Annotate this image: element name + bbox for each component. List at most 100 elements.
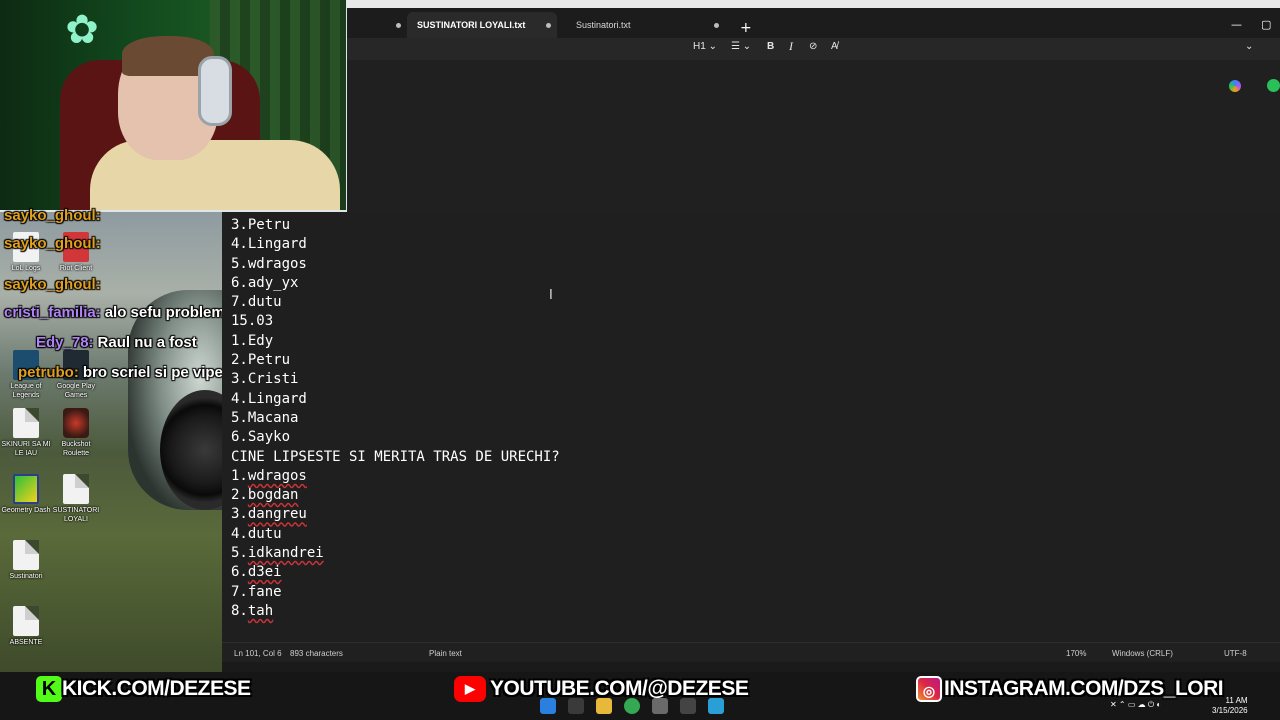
clear-format-icon[interactable]: A̸: [831, 41, 838, 52]
line-ending[interactable]: Windows (CRLF): [1112, 649, 1173, 658]
taskbar-icons: [540, 698, 724, 714]
editor-line: CINE LIPSESTE SI MERITA TRAS DE URECHI?: [231, 448, 560, 465]
settings-icon[interactable]: [652, 698, 668, 714]
editor-line: 5.Macana: [231, 409, 299, 426]
editor-line: 6.Sayko: [231, 429, 291, 446]
editor-line: 7.fane: [231, 583, 282, 600]
tab-sustinatori-loyali[interactable]: SUSTINATORI LOYALI.txt: [407, 12, 557, 38]
system-tray-icons[interactable]: ✕ ⌃ ▭ ☁ ⏻ ◐: [1110, 700, 1161, 710]
minimize-icon[interactable]: —: [1231, 18, 1242, 31]
list-dropdown-icon[interactable]: ☰ ⌄: [731, 41, 751, 52]
notepad-icon[interactable]: [708, 698, 724, 714]
desktop-icon-buckshot[interactable]: Buckshot Roulette: [50, 408, 102, 458]
heading-dropdown[interactable]: H1 ⌄: [693, 41, 717, 52]
maximize-icon[interactable]: ▢: [1261, 18, 1271, 31]
misspelled-word[interactable]: dangreu: [248, 506, 307, 522]
text-cursor-icon: Ι: [549, 288, 553, 303]
search-icon[interactable]: [568, 698, 584, 714]
game-icon: [63, 408, 89, 438]
tab-label: SUSTINATORI LOYALI.txt: [417, 20, 526, 30]
editor-line: 6.ady_yx: [231, 274, 299, 291]
game-icon: [13, 474, 39, 504]
text-file-icon: [13, 606, 39, 636]
editor-lines: 3.Petru 4.Lingard 5.wdragos 6.ady_yx 7.dutu 1…: [231, 216, 560, 621]
clock-date: 3/15/2026: [1212, 706, 1248, 715]
line-prefix: 8.: [231, 602, 248, 619]
character-count: 893 characters: [290, 649, 343, 658]
instagram-logo-icon: ◎: [916, 676, 942, 702]
editor-line: 4.Lingard: [231, 390, 307, 407]
chevron-down-icon[interactable]: ⌄: [1245, 41, 1253, 52]
app-icon[interactable]: [680, 698, 696, 714]
file-explorer-icon[interactable]: [596, 698, 612, 714]
taskbar-clock[interactable]: 11 AM 3/15/2026: [1212, 696, 1248, 716]
chrome-icon[interactable]: [624, 698, 640, 714]
editor-line: 5.wdragos: [231, 255, 307, 272]
status-bar: Ln 101, Col 6 893 characters Plain text …: [222, 642, 1280, 662]
notepad-window: SUSTINATORI LOYALI.txt Sustinatori.txt +…: [347, 0, 1280, 212]
title-strip: [347, 0, 1280, 8]
text-file-icon: [13, 540, 39, 570]
format-mode[interactable]: Plain text: [429, 649, 462, 658]
text-file-icon: [13, 408, 39, 438]
editor-line: 3.dangreu: [231, 505, 560, 524]
editor-line: 2.bogdan: [231, 486, 560, 505]
line-prefix: 6.: [231, 564, 248, 581]
zoom-level[interactable]: 170%: [1066, 649, 1086, 658]
unsaved-dot-icon[interactable]: [546, 23, 551, 28]
misspelled-word[interactable]: wdragos: [248, 468, 307, 484]
unsaved-dot-icon: [396, 23, 401, 28]
copilot-icon[interactable]: [1229, 80, 1241, 92]
editor-text-area[interactable]: 3.Petru 4.Lingard 5.wdragos 6.ady_yx 7.dutu 1…: [222, 212, 1280, 642]
desktop-icon-absente[interactable]: ABSENTE: [0, 606, 52, 647]
editor-line: 1.wdragos: [231, 467, 560, 486]
chat-text: alo sefu probleme: [104, 304, 234, 321]
tab-sustinatori[interactable]: Sustinatori.txt: [567, 12, 727, 38]
chat-username: sayko_ghoul:: [4, 207, 101, 224]
chat-username: sayko_ghoul:: [4, 276, 101, 293]
editor-line: 7.dutu: [231, 294, 282, 311]
windows-start-icon[interactable]: [540, 698, 556, 714]
encoding[interactable]: UTF-8: [1224, 649, 1247, 658]
editor-line: 6.d3ei: [231, 563, 560, 582]
editor-line: 3.Cristi: [231, 371, 299, 388]
line-prefix: 5.: [231, 545, 248, 562]
account-avatar[interactable]: [1267, 79, 1280, 92]
headset-icon: [198, 56, 232, 126]
format-toolbar: H1 ⌄ ☰ ⌄ B I ⊘ A̸ ⌄: [347, 38, 1280, 92]
misspelled-word[interactable]: bogdan: [248, 487, 299, 503]
desktop-icon-skinuri[interactable]: SKINURI SA MI LE IAU: [0, 408, 52, 458]
chat-username: cristi_familia:: [4, 304, 101, 321]
bold-button[interactable]: B: [767, 41, 774, 52]
desktop-icon-geometry-dash[interactable]: Geometry Dash: [0, 474, 52, 515]
new-tab-plus-icon[interactable]: +: [740, 20, 752, 36]
misspelled-word[interactable]: d3ei: [248, 564, 282, 580]
editor-line: 1.Edy: [231, 332, 274, 349]
editor-line: 5.idkandrei: [231, 544, 560, 563]
editor-line: 3.Petru: [231, 217, 291, 233]
kick-logo-icon: K: [36, 676, 62, 702]
line-prefix: 1.: [231, 467, 248, 484]
instagram-handle: INSTAGRAM.COM/DZS_LORI: [944, 677, 1224, 700]
desktop-icon-sustinatori-loyali[interactable]: SUSTINATORI LOYALI: [50, 474, 102, 524]
unsaved-dot-icon[interactable]: [714, 23, 719, 28]
cursor-position[interactable]: Ln 101, Col 6: [234, 649, 282, 658]
misspelled-word[interactable]: idkandrei: [248, 545, 324, 561]
misspelled-word[interactable]: tah: [248, 603, 273, 619]
italic-button[interactable]: I: [789, 39, 793, 54]
webcam-streamer-body: [90, 140, 340, 210]
desktop-icon-sustinatori[interactable]: Sustinatori: [0, 540, 52, 581]
line-prefix: 3.: [231, 506, 248, 523]
link-icon[interactable]: ⊘: [809, 41, 817, 52]
editor-line: 15.03: [231, 313, 274, 330]
youtube-logo-icon: ▶: [454, 676, 486, 702]
line-prefix: 2.: [231, 487, 248, 504]
chat-username: petrubo:: [18, 364, 79, 381]
tab-label: Sustinatori.txt: [576, 20, 631, 30]
chat-text: Raul nu a fost: [97, 334, 197, 351]
kick-handle: KICK.COM/DEZESE: [62, 677, 251, 700]
webcam-overlay: ✿: [0, 0, 348, 212]
tab-bar: SUSTINATORI LOYALI.txt Sustinatori.txt +…: [347, 8, 1280, 38]
chat-username: Edy_78:: [36, 334, 94, 351]
editor-line: 4.Lingard: [231, 236, 307, 253]
